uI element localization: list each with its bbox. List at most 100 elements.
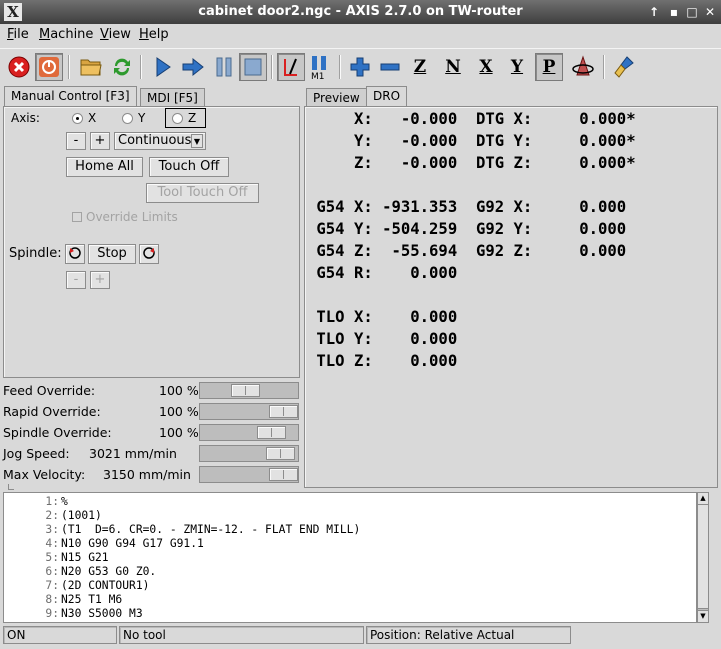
slider-thumb[interactable] [266, 447, 295, 460]
estop-icon[interactable] [5, 53, 33, 81]
dro-line: Z: -0.000 DTG Z: 0.000* [307, 154, 636, 172]
line-number: 5: [45, 551, 59, 564]
home-all-button[interactable]: Home All [66, 157, 143, 177]
dro-line: G54 R: 0.000 [307, 264, 458, 282]
slider-thumb[interactable] [269, 405, 298, 418]
axis-z-radio[interactable] [172, 113, 183, 124]
slider-row: Max Velocity: 3150 mm/min [0, 464, 300, 485]
axis-z-label: Z [188, 111, 197, 125]
view-x-icon[interactable]: X [472, 53, 500, 81]
gcode-scrollbar[interactable]: ▲ ▼ [697, 492, 709, 623]
gcode-view[interactable]: 1:% 2: (1001) 3: (T1 D=6. CR=0. - ZMIN=-12. … [3, 492, 697, 623]
slider-trough[interactable] [199, 403, 299, 420]
slider-value: 3150 mm/min [103, 467, 191, 482]
line-text: (T1 D=6. CR=0. - ZMIN=-12. - FLAT END MI… [61, 523, 361, 536]
scroll-up-icon[interactable]: ▲ [698, 493, 708, 505]
spindle-plus-button[interactable]: + [90, 271, 110, 289]
slider-value: 100 % [159, 404, 199, 419]
line-text: (1001) [61, 509, 102, 522]
spindle-stop-button[interactable]: Stop [88, 244, 136, 264]
dro-line [307, 174, 636, 196]
slider-row: Feed Override: 100 % [0, 380, 300, 401]
slider-row: Rapid Override: 100 % [0, 401, 300, 422]
axis-y-label: Y [138, 111, 146, 125]
scroll-down-icon[interactable]: ▼ [698, 610, 708, 622]
shade-icon[interactable]: ↑ [646, 4, 662, 20]
line-number: 6: [45, 565, 59, 578]
slider-trough[interactable] [199, 424, 299, 441]
jog-increment-select[interactable]: Continuous ▼ [114, 132, 206, 150]
minimize-icon[interactable]: ▪ [666, 4, 682, 20]
view-y-icon[interactable]: Y [503, 53, 531, 81]
dro-line: G54 X: -931.353 G92 X: 0.000 [307, 198, 627, 216]
dro-line: G54 Y: -504.259 G92 Y: 0.000 [307, 220, 627, 238]
close-window-icon[interactable]: ✕ [702, 4, 718, 20]
menu-machine[interactable]: Machine [39, 27, 93, 42]
slider-thumb[interactable] [269, 468, 298, 481]
axis-label: Axis: [11, 111, 40, 125]
slider-thumb[interactable] [231, 384, 260, 397]
maximize-icon[interactable]: □ [684, 4, 700, 20]
axis-x-radio[interactable] [72, 113, 83, 124]
dro-line: Y: -0.000 DTG Y: 0.000* [307, 132, 636, 150]
line-text: % [61, 495, 68, 508]
slider-trough[interactable] [199, 445, 299, 462]
tab-manual-control[interactable]: Manual Control [F3] [4, 86, 137, 108]
slider-label: Max Velocity: [3, 467, 86, 482]
block-delete-icon[interactable] [277, 53, 305, 81]
axis-y-radio[interactable] [122, 113, 133, 124]
stop-icon[interactable] [239, 53, 267, 81]
optional-stop-icon[interactable]: M1 [306, 53, 334, 81]
slider-trough[interactable] [199, 382, 299, 399]
run-icon[interactable] [149, 53, 177, 81]
tab-preview[interactable]: Preview [306, 88, 367, 108]
scrollbar-thumb[interactable] [698, 505, 708, 609]
status-machine-state: ON [3, 626, 117, 644]
spindle-minus-button[interactable]: - [66, 271, 86, 289]
pause-icon[interactable] [210, 53, 238, 81]
slider-thumb[interactable] [257, 426, 286, 439]
reload-icon[interactable] [108, 53, 136, 81]
step-icon[interactable] [179, 53, 207, 81]
override-limits-label: Override Limits [86, 210, 178, 224]
dro-line: TLO Y: 0.000 [307, 330, 458, 348]
slider-value: 100 % [159, 383, 199, 398]
title-bar: X cabinet door2.ngc - AXIS 2.7.0 on TW-r… [0, 0, 721, 24]
tab-mdi[interactable]: MDI [F5] [140, 88, 205, 108]
spindle-forward-button[interactable] [139, 244, 159, 264]
slider-value: 3021 mm/min [89, 446, 177, 461]
line-number: 9: [45, 607, 59, 620]
clear-backplot-icon[interactable] [611, 53, 639, 81]
rotate-view-icon[interactable] [569, 53, 597, 81]
menu-file[interactable]: File [7, 27, 29, 42]
spindle-reverse-button[interactable] [65, 244, 85, 264]
line-text: N20 G53 G0 Z0. [61, 565, 157, 578]
spindle-cw-icon [143, 247, 155, 259]
spindle-ccw-icon [69, 247, 81, 259]
resize-grip-icon[interactable] [8, 484, 14, 490]
jog-minus-button[interactable]: - [66, 132, 86, 150]
slider-value: 100 % [159, 425, 199, 440]
view-z-icon[interactable]: Z [406, 53, 434, 81]
dro-line: X: -0.000 DTG X: 0.000* [307, 110, 636, 128]
jog-plus-button[interactable]: + [90, 132, 110, 150]
menu-view[interactable]: View [100, 27, 131, 42]
machine-power-icon[interactable] [35, 53, 63, 81]
dro-line: TLO X: 0.000 [307, 308, 458, 326]
override-limits-checkbox[interactable] [72, 212, 82, 222]
line-text: N15 G21 [61, 551, 109, 564]
slider-label: Feed Override: [3, 383, 96, 398]
view-z2-icon[interactable]: N [439, 53, 467, 81]
menu-help[interactable]: Help [139, 27, 169, 42]
slider-trough[interactable] [199, 466, 299, 483]
spindle-label: Spindle: [9, 246, 62, 261]
tool-touch-off-button[interactable]: Tool Touch Off [146, 183, 259, 203]
zoom-in-icon[interactable] [346, 53, 374, 81]
view-perspective-icon[interactable]: P [535, 53, 563, 81]
zoom-out-icon[interactable] [376, 53, 404, 81]
touch-off-button[interactable]: Touch Off [149, 157, 229, 177]
line-number: 7: [45, 579, 59, 592]
line-number: 4: [45, 537, 59, 550]
tab-dro[interactable]: DRO [366, 86, 408, 108]
open-file-icon[interactable] [77, 53, 105, 81]
